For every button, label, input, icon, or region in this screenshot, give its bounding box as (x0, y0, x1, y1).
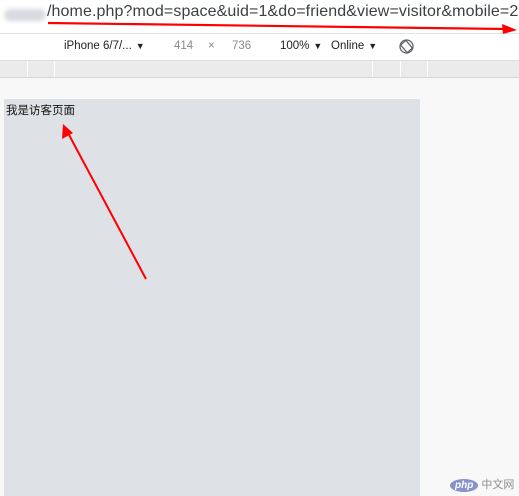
zoom-label: 100% (280, 40, 310, 52)
address-bar[interactable]: /home.php?mod=space&uid=1&do=friend&view… (0, 0, 519, 34)
rotate-icon[interactable] (398, 38, 415, 55)
chevron-down-icon: ▼ (135, 41, 145, 51)
device-toolbar: iPhone 6/7/... ▼ 414 × 736 100% ▼ Online ▼ (0, 34, 519, 61)
times-sign: × (208, 40, 215, 52)
device-select[interactable]: iPhone 6/7/... ▼ (64, 40, 145, 52)
network-select[interactable]: Online ▼ (331, 40, 377, 52)
device-label: iPhone 6/7/... (64, 40, 132, 52)
chevron-down-icon: ▼ (313, 41, 323, 51)
height-input[interactable]: 736 (232, 40, 251, 52)
ruler-divider (27, 61, 28, 77)
ruler-divider (400, 61, 401, 77)
url-text[interactable]: /home.php?mod=space&uid=1&do=friend&view… (47, 3, 518, 21)
ruler-divider (372, 61, 373, 77)
zoom-select[interactable]: 100% ▼ (280, 40, 322, 52)
blurred-host (4, 9, 46, 21)
watermark-site: 中文网 (481, 479, 515, 491)
chevron-down-icon: ▼ (368, 41, 378, 51)
network-label: Online (331, 40, 365, 52)
device-viewport: 我是访客页面 (4, 99, 420, 496)
ruler-divider (427, 61, 428, 77)
ruler-divider (54, 61, 55, 77)
width-input[interactable]: 414 (174, 40, 193, 52)
page-text: 我是访客页面 (6, 103, 75, 117)
php-logo: php (450, 479, 479, 492)
watermark: php 中文网 (450, 476, 514, 492)
media-query-bar (0, 61, 519, 78)
